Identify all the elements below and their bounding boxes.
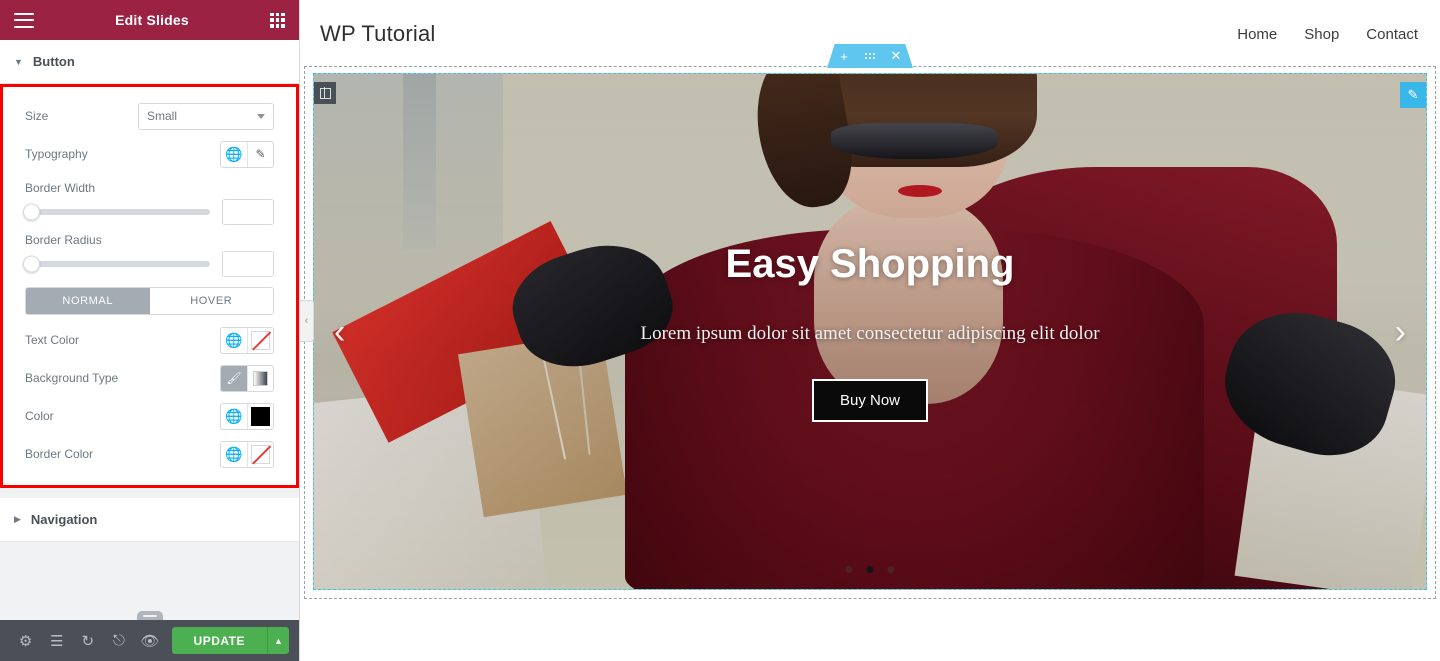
preview-canvas: WP Tutorial Home Shop Contact + ✕ Easy S… bbox=[300, 0, 1440, 661]
widget-edit-pencil-icon[interactable]: ✎ bbox=[1400, 82, 1426, 108]
slider-dot-active[interactable] bbox=[866, 566, 874, 573]
control-typography: Typography 🌐 ✎ bbox=[3, 135, 296, 173]
site-nav: Home Shop Contact bbox=[1237, 26, 1418, 43]
color-label: Color bbox=[25, 409, 54, 423]
layers-icon[interactable]: ☰ bbox=[41, 620, 72, 661]
slider-prev-arrow-icon[interactable]: ‹ bbox=[334, 315, 345, 349]
site-title: WP Tutorial bbox=[320, 21, 436, 46]
slider-knob[interactable] bbox=[23, 203, 40, 221]
border-radius-input[interactable] bbox=[222, 251, 274, 277]
chevron-down-icon: ▼ bbox=[14, 56, 23, 67]
paintbrush-icon[interactable]: 🖌 bbox=[221, 365, 247, 391]
chevron-down-icon bbox=[257, 113, 265, 119]
background-type-buttons: 🖌 bbox=[220, 364, 274, 392]
size-label: Size bbox=[25, 109, 49, 123]
text-color-buttons: 🌐 bbox=[220, 326, 274, 354]
control-border-color: Border Color 🌐 bbox=[3, 435, 296, 473]
grid-apps-icon[interactable] bbox=[270, 12, 285, 28]
color-swatch-none[interactable] bbox=[247, 327, 273, 353]
globe-icon[interactable]: 🌐 bbox=[221, 142, 247, 167]
text-color-label: Text Color bbox=[25, 333, 80, 347]
close-x-icon[interactable]: ✕ bbox=[883, 44, 909, 68]
slider-knob[interactable] bbox=[23, 255, 40, 273]
gear-icon[interactable]: ⚙ bbox=[10, 620, 41, 661]
slider-next-arrow-icon[interactable]: › bbox=[1395, 315, 1406, 349]
size-select[interactable]: Small bbox=[138, 102, 274, 130]
chevron-right-icon: ▶ bbox=[14, 514, 21, 524]
section-toolbar: + ✕ bbox=[827, 44, 913, 68]
control-size: Size Small bbox=[3, 97, 296, 135]
border-radius-slider[interactable] bbox=[23, 255, 210, 273]
panel-body: ▼ Button Size Small Typography 🌐 ✎ Borde… bbox=[0, 40, 299, 620]
slide-subtitle: Lorem ipsum dolor sit amet consectetur a… bbox=[640, 322, 1100, 344]
column-layout-icon[interactable] bbox=[314, 82, 336, 104]
globe-icon[interactable]: 🌐 bbox=[221, 442, 247, 467]
globe-icon[interactable]: 🌐 bbox=[221, 404, 247, 429]
panel-title: Edit Slides bbox=[115, 12, 189, 28]
plus-icon[interactable]: + bbox=[831, 44, 857, 68]
slide-heading: Easy Shopping bbox=[725, 241, 1015, 286]
state-tabs: NORMAL HOVER bbox=[25, 287, 274, 315]
border-radius-label: Border Radius bbox=[25, 233, 102, 247]
section-header-navigation[interactable]: ▶ Navigation bbox=[0, 498, 299, 542]
section-outline: Easy Shopping Lorem ipsum dolor sit amet… bbox=[304, 66, 1436, 599]
border-color-label: Border Color bbox=[25, 447, 94, 461]
control-border-radius bbox=[3, 251, 296, 277]
panel-resize-grip[interactable] bbox=[136, 611, 163, 620]
slider-dots bbox=[845, 566, 895, 573]
section-header-button[interactable]: ▼ Button bbox=[0, 40, 299, 84]
color-swatch-none[interactable] bbox=[247, 441, 273, 467]
border-width-input[interactable] bbox=[222, 199, 274, 225]
slider-dot[interactable] bbox=[845, 566, 853, 573]
update-button[interactable]: UPDATE bbox=[171, 627, 267, 654]
border-width-label: Border Width bbox=[25, 181, 96, 195]
globe-icon[interactable]: 🌐 bbox=[221, 328, 247, 353]
border-width-slider[interactable] bbox=[23, 203, 210, 221]
hamburger-menu-icon[interactable] bbox=[14, 12, 34, 28]
control-border-width bbox=[3, 199, 296, 225]
slide-content: Easy Shopping Lorem ipsum dolor sit amet… bbox=[314, 74, 1426, 589]
panel-footer: ⚙ ☰ ↻ ⎋ 👁 UPDATE ▲ bbox=[0, 611, 299, 661]
typography-label: Typography bbox=[25, 147, 88, 161]
editor-sidebar-panel: Edit Slides ▼ Button Size Small Typograp… bbox=[0, 0, 300, 661]
history-icon[interactable]: ↻ bbox=[72, 620, 103, 661]
section-title: Navigation bbox=[30, 512, 98, 527]
typography-buttons: 🌐 ✎ bbox=[220, 140, 274, 168]
highlighted-controls-group: Size Small Typography 🌐 ✎ Border Width B… bbox=[0, 84, 299, 488]
color-swatch-black[interactable] bbox=[247, 403, 273, 429]
nav-item-home[interactable]: Home bbox=[1237, 26, 1277, 43]
preview-eye-icon[interactable]: 👁 bbox=[134, 620, 165, 661]
border-color-buttons: 🌐 bbox=[220, 440, 274, 468]
drag-handle-icon[interactable] bbox=[857, 44, 883, 68]
section-title: Button bbox=[32, 54, 75, 69]
pencil-icon[interactable]: ✎ bbox=[247, 141, 273, 167]
panel-header: Edit Slides bbox=[0, 0, 299, 40]
tab-normal[interactable]: NORMAL bbox=[26, 288, 150, 314]
elementor-editor: Edit Slides ▼ Button Size Small Typograp… bbox=[0, 0, 1440, 661]
background-type-label: Background Type bbox=[25, 371, 119, 385]
slide-buy-now-button[interactable]: Buy Now bbox=[811, 378, 929, 422]
panel-collapse-chevron-left-icon[interactable]: ‹ bbox=[300, 300, 314, 342]
size-value: Small bbox=[147, 109, 178, 123]
responsive-icon[interactable]: ⎋ bbox=[103, 620, 134, 661]
gradient-icon[interactable] bbox=[247, 365, 273, 391]
nav-item-contact[interactable]: Contact bbox=[1366, 26, 1418, 43]
color-buttons: 🌐 bbox=[220, 402, 274, 430]
control-color: Color 🌐 bbox=[3, 397, 296, 435]
column-outline: Easy Shopping Lorem ipsum dolor sit amet… bbox=[313, 73, 1427, 590]
control-text-color: Text Color 🌐 bbox=[3, 321, 296, 359]
slider-dot[interactable] bbox=[887, 566, 895, 573]
update-options-caret-icon[interactable]: ▲ bbox=[267, 627, 290, 654]
tab-hover[interactable]: HOVER bbox=[149, 288, 273, 314]
control-background-type: Background Type 🖌 bbox=[3, 359, 296, 397]
nav-item-shop[interactable]: Shop bbox=[1304, 26, 1339, 43]
